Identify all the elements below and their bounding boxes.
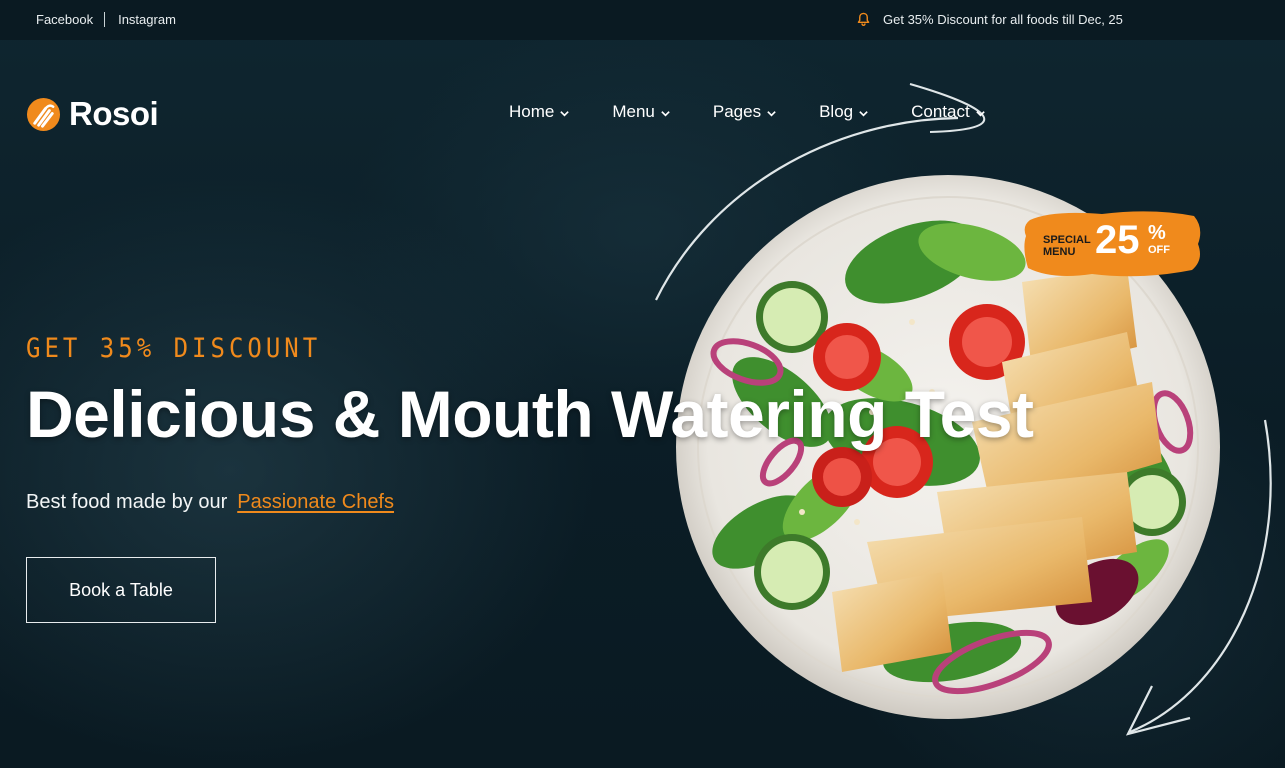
- brand-name: Rosoi: [69, 95, 159, 132]
- chevron-down-icon: [560, 110, 570, 117]
- nav-item-blog[interactable]: Blog: [819, 102, 869, 122]
- badge-value: 25: [1095, 218, 1140, 262]
- book-table-button[interactable]: Book a Table: [26, 557, 216, 623]
- badge-off: OFF: [1148, 244, 1170, 256]
- passionate-chefs-link[interactable]: Passionate Chefs: [237, 491, 394, 514]
- chevron-down-icon: [661, 110, 670, 117]
- divider: [104, 12, 106, 27]
- nav-item-contact[interactable]: Contact: [911, 102, 986, 122]
- bell-icon: [857, 12, 870, 27]
- nav-item-label: Pages: [712, 102, 762, 121]
- nav-item-pages[interactable]: Pages: [713, 102, 777, 122]
- chevron-down-icon: [975, 110, 985, 117]
- nav-item-label: Home: [509, 102, 555, 121]
- nav-item-home[interactable]: Home: [509, 102, 570, 122]
- nav-item-label: Menu: [612, 102, 655, 121]
- nav-item-label: Blog: [819, 102, 854, 121]
- social-link-facebook[interactable]: Facebook: [36, 12, 93, 27]
- badge-percent: %: [1148, 222, 1166, 244]
- hero-subtitle-text: Best food made by our: [26, 491, 228, 513]
- brand-logo[interactable]: Rosoi: [26, 95, 159, 133]
- logo-mark-icon: [26, 97, 61, 131]
- chevron-down-icon: [767, 110, 776, 117]
- hero-subtitle: Best food made by our Passionate Chefs: [26, 491, 394, 514]
- top-bar: Facebook Instagram Get 35% Discount for …: [0, 0, 1285, 40]
- nav-item-label: Contact: [911, 102, 970, 121]
- hero-headline: Delicious & Mouth Watering Test: [26, 377, 1034, 451]
- hero-kicker: GET 35% DISCOUNT: [26, 332, 322, 364]
- main-nav: Home Menu Pages Blog Contact: [509, 102, 1028, 122]
- badge-special-menu: SPECIAL MENU: [1043, 234, 1091, 258]
- social-links: Facebook Instagram: [36, 12, 176, 27]
- nav-item-menu[interactable]: Menu: [612, 102, 671, 122]
- promo-text: Get 35% Discount for all foods till Dec,…: [883, 12, 1123, 27]
- chevron-down-icon: [859, 110, 868, 117]
- social-link-instagram[interactable]: Instagram: [118, 12, 176, 27]
- promo-notice: Get 35% Discount for all foods till Dec,…: [856, 12, 1123, 27]
